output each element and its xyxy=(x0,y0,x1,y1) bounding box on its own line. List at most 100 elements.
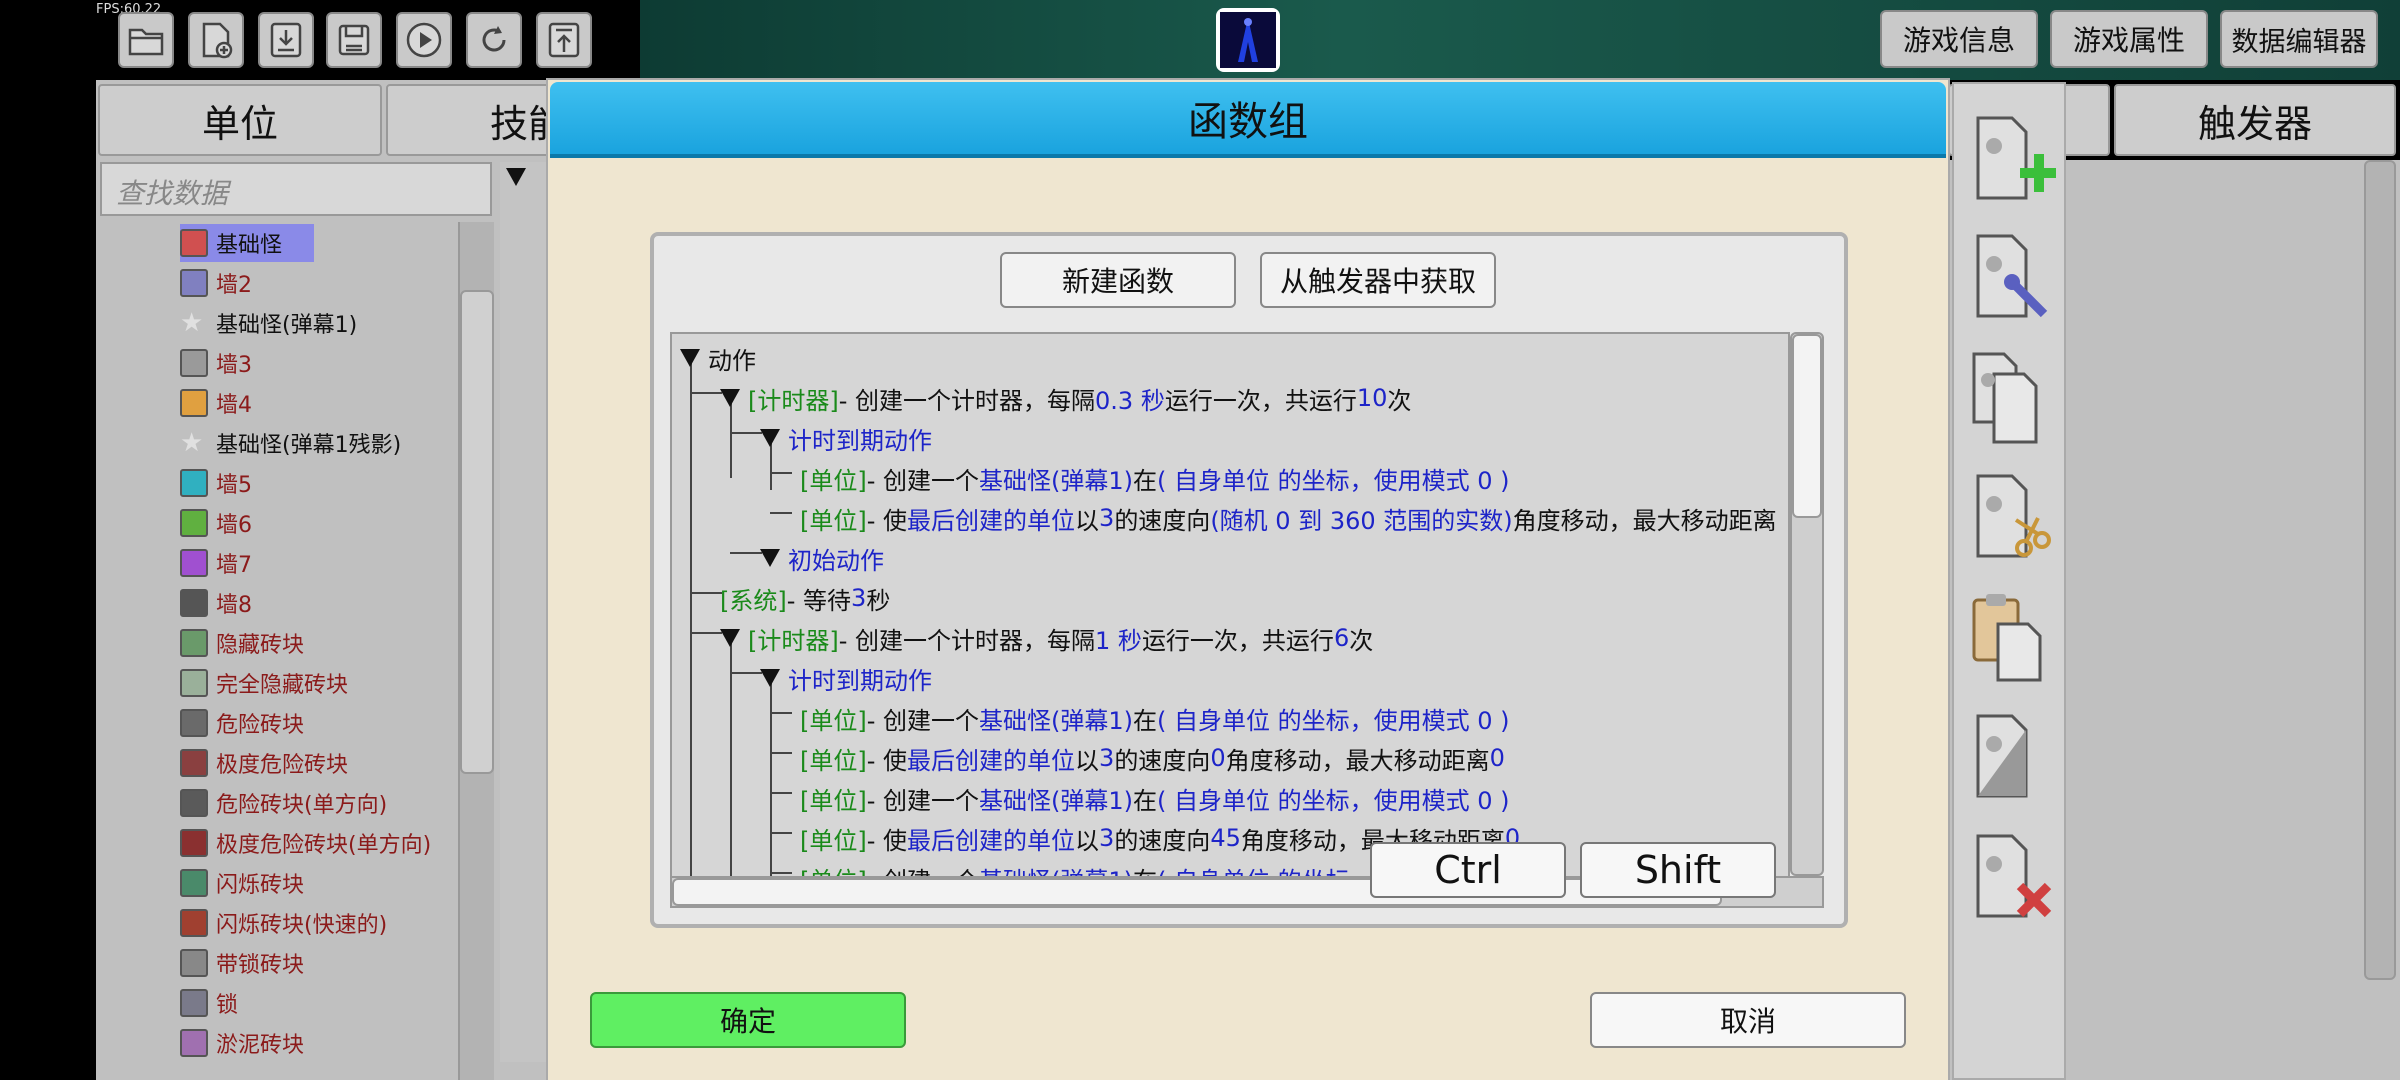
list-item[interactable]: 危险砖块(单方向) xyxy=(180,784,387,822)
list-item-label: 极度危险砖块(单方向) xyxy=(216,833,432,858)
tree-line xyxy=(770,472,792,474)
list-item[interactable]: 墙6 xyxy=(180,504,252,542)
list-item[interactable]: 危险砖块 xyxy=(180,704,304,742)
list-item-label: 带锁砖块 xyxy=(216,953,305,978)
tree-node-timer-2[interactable]: [计时器] - 创建一个计时器，每隔 1 秒 运行一次，共运行 6 次 xyxy=(720,618,1373,658)
add-data-button[interactable] xyxy=(1964,110,2058,210)
list-item-label: 墙4 xyxy=(216,393,252,418)
list-item[interactable]: 墙8 xyxy=(180,584,252,622)
list-item-label: 基础怪(弹幕1残影) xyxy=(216,433,402,458)
tree-vertical-scroll-thumb[interactable] xyxy=(1792,334,1822,518)
new-function-button[interactable]: 新建函数 xyxy=(1000,252,1236,308)
list-item[interactable]: 极度危险砖块(单方向) xyxy=(180,824,431,862)
collapse-triangle-icon[interactable] xyxy=(760,549,780,567)
tree-node-wait[interactable]: [系统] - 等待 3 秒 xyxy=(720,578,890,618)
list-item-label: 基础怪 xyxy=(216,233,283,258)
cut-data-button[interactable] xyxy=(1964,468,2056,568)
character-icon xyxy=(1220,12,1276,68)
collapse-triangle-icon[interactable] xyxy=(720,629,740,647)
list-item-label: 隐藏砖块 xyxy=(216,633,305,658)
unit-icon xyxy=(180,669,208,697)
collapse-triangle-icon[interactable] xyxy=(760,429,780,447)
unit-icon xyxy=(180,789,208,817)
confirm-button[interactable]: 确定 xyxy=(590,992,906,1048)
blank-data-icon xyxy=(1976,714,2028,798)
tree-node-action[interactable]: [单位] - 创建一个 基础怪(弹幕1) 在 ( 自身单位 的坐标，使用模式 0… xyxy=(800,458,1510,498)
add-data-icon xyxy=(1976,116,2058,200)
expand-icon[interactable] xyxy=(506,168,526,186)
copy-data-button[interactable] xyxy=(1964,348,2056,448)
tree-node-root[interactable]: 动作 xyxy=(680,338,756,378)
shift-key-button[interactable]: Shift xyxy=(1580,842,1776,898)
list-item[interactable]: 墙3 xyxy=(180,344,252,382)
list-item[interactable]: 淤泥砖块 xyxy=(180,1024,304,1062)
list-item[interactable]: 墙7 xyxy=(180,544,252,582)
delete-data-button[interactable] xyxy=(1964,828,2056,928)
list-item[interactable]: 锁 xyxy=(180,984,238,1022)
list-item[interactable]: 完全隐藏砖块 xyxy=(180,664,348,702)
tree-node-timer-1[interactable]: [计时器] - 创建一个计时器，每隔 0.3 秒 运行一次，共运行 10 次 xyxy=(720,378,1411,418)
save-button[interactable] xyxy=(326,12,382,68)
list-item[interactable]: ★ 基础怪(弹幕1残影) xyxy=(180,424,401,462)
unit-icon xyxy=(180,629,208,657)
list-item[interactable]: 墙5 xyxy=(180,464,252,502)
refresh-icon xyxy=(482,26,506,52)
tab-game-properties[interactable]: 游戏属性 xyxy=(2050,10,2208,68)
tree-node-expire-actions-1[interactable]: 计时到期动作 xyxy=(760,418,932,458)
action-tree: 动作 [计时器] - 创建一个计时器，每隔 0.3 秒 运行一次，共运行 10 … xyxy=(670,332,1790,908)
unit-icon xyxy=(180,989,208,1017)
list-item[interactable]: 闪烁砖块 xyxy=(180,864,304,902)
list-item[interactable]: 墙4 xyxy=(180,384,252,422)
list-item-label: 墙5 xyxy=(216,473,252,498)
export-button[interactable] xyxy=(536,12,592,68)
tree-node-action[interactable]: [单位] - 创建一个 基础怪(弹幕1) 在 ( 自身单位 的坐标，使用模式 0… xyxy=(800,778,1510,818)
download-icon xyxy=(270,22,302,58)
collapse-triangle-icon[interactable] xyxy=(720,389,740,407)
tree-node-initial-actions[interactable]: 初始动作 xyxy=(760,538,884,578)
list-item[interactable]: 闪烁砖块(快速的) xyxy=(180,904,387,942)
trigger-panel-scrollbar[interactable] xyxy=(2364,160,2396,980)
unit-icon xyxy=(180,469,208,497)
refresh-button[interactable] xyxy=(466,12,522,68)
tab-triggers[interactable]: 触发器 xyxy=(2114,84,2396,156)
new-file-button[interactable] xyxy=(188,12,244,68)
tree-line xyxy=(770,512,792,514)
list-item[interactable]: 基础怪 xyxy=(180,224,315,262)
tree-line xyxy=(690,592,722,594)
tree-node-action[interactable]: [单位] - 使 最后创建的单位 以 3 的速度向 (随机 0 到 360 范围… xyxy=(800,498,1777,538)
download-button[interactable] xyxy=(258,12,314,68)
blank-data-button[interactable] xyxy=(1964,708,2056,808)
get-from-trigger-button[interactable]: 从触发器中获取 xyxy=(1260,252,1496,308)
unit-icon xyxy=(180,749,208,777)
list-item[interactable]: 隐藏砖块 xyxy=(180,624,304,662)
open-folder-button[interactable] xyxy=(118,12,174,68)
cancel-button[interactable]: 取消 xyxy=(1590,992,1906,1048)
collapse-triangle-icon[interactable] xyxy=(680,349,700,367)
list-item-label: 淤泥砖块 xyxy=(216,1033,305,1058)
play-button[interactable] xyxy=(396,12,452,68)
open-folder-icon xyxy=(128,28,164,56)
tab-units[interactable]: 单位 xyxy=(98,84,382,156)
tab-data-editor[interactable]: 数据编辑器 xyxy=(2220,10,2378,68)
paste-data-button[interactable] xyxy=(1964,588,2056,688)
list-item[interactable]: 极度危险砖块 xyxy=(180,744,348,782)
game-preview-icon[interactable] xyxy=(1216,8,1280,72)
unit-icon xyxy=(180,869,208,897)
collapse-triangle-icon[interactable] xyxy=(760,669,780,687)
list-item[interactable]: 墙2 xyxy=(180,264,252,302)
tree-node-action[interactable]: [单位] - 使 最后创建的单位 以 3 的速度向 0 角度移动，最大移动距离 … xyxy=(800,738,1505,778)
unit-icon xyxy=(180,389,208,417)
edit-data-button[interactable] xyxy=(1964,228,2056,328)
tree-node-action[interactable]: [单位] - 创建一个 基础怪(弹幕1) 在 ( 自身单位 的坐标，使用模式 0… xyxy=(800,698,1510,738)
list-item[interactable]: 带锁砖块 xyxy=(180,944,304,982)
list-item-label: 锁 xyxy=(216,993,239,1018)
tab-game-info[interactable]: 游戏信息 xyxy=(1880,10,2038,68)
unit-list-scroll-thumb[interactable] xyxy=(460,290,494,774)
tree-node-expire-actions-2[interactable]: 计时到期动作 xyxy=(760,658,932,698)
tree-line xyxy=(730,638,732,906)
list-item[interactable]: ★ 基础怪(弹幕1) xyxy=(180,304,357,342)
edit-data-icon xyxy=(1976,234,2048,318)
search-input[interactable]: 查找数据 xyxy=(100,162,492,216)
ctrl-key-button[interactable]: Ctrl xyxy=(1370,842,1566,898)
save-icon xyxy=(338,24,370,56)
